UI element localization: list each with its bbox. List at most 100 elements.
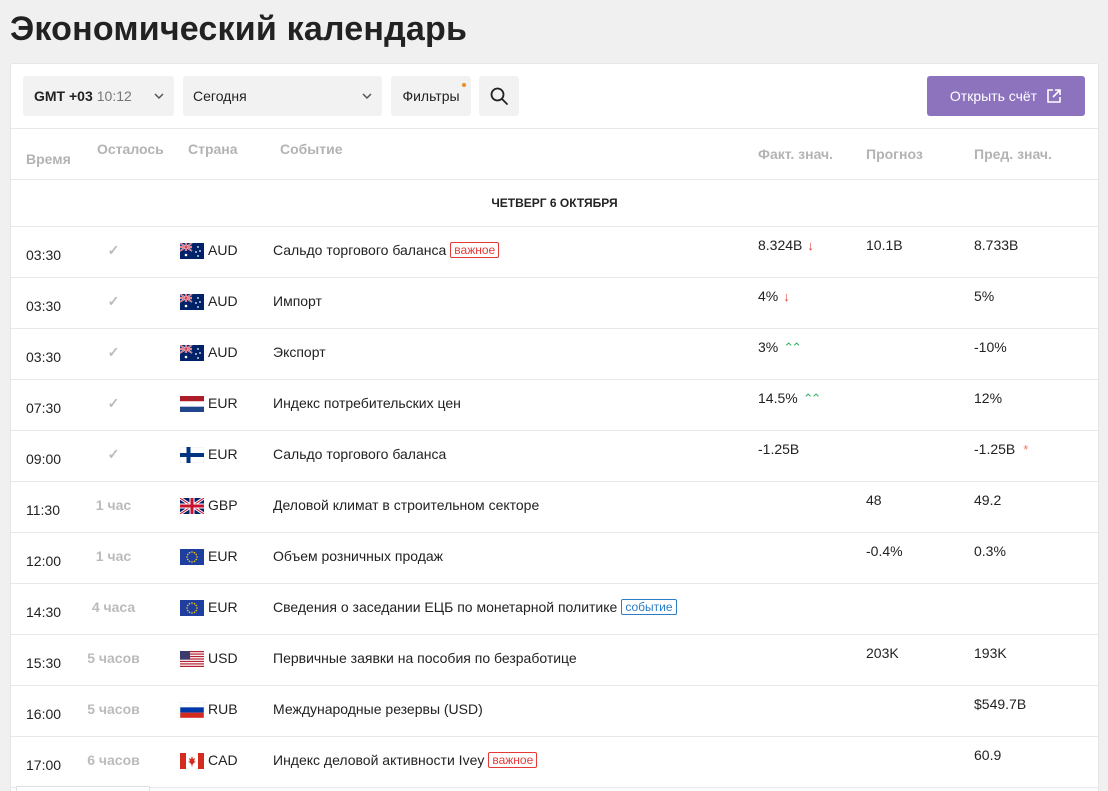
event-name[interactable]: Деловой климат в строительном секторе xyxy=(273,497,539,513)
event-time: 09:00 xyxy=(26,451,62,467)
previous-text: 12% xyxy=(974,390,1003,406)
time-left: ✓ xyxy=(107,293,120,309)
previous-text: -10% xyxy=(974,339,1007,355)
page-title: Экономический календарь xyxy=(10,10,468,48)
time-left: 1 час xyxy=(95,548,132,564)
forecast-value: 10.1B xyxy=(866,237,903,253)
previous-text: $549.7B xyxy=(974,696,1027,712)
event-list: 03:30 ✓ AUD Сальдо торгового баланса важное 8… xyxy=(11,227,1098,788)
important-badge: важное xyxy=(488,752,538,768)
event-name[interactable]: Первичные заявки на пособия по безработи… xyxy=(273,650,577,666)
actual-value: 4% ↓ xyxy=(758,288,790,304)
table-row[interactable]: 17:00 6 часов CAD Индекс деловой активности… xyxy=(11,737,1098,788)
actual-text: 4% xyxy=(758,288,779,304)
event-name[interactable]: Сальдо торгового баланса xyxy=(273,446,446,462)
filters-indicator xyxy=(462,83,466,87)
previous-value: 8.733B xyxy=(974,237,1018,253)
table-row[interactable]: 15:30 5 часов USD Первичные заявки на пособ… xyxy=(11,635,1098,686)
event-time: 17:00 xyxy=(26,757,62,773)
event-title: Сальдо торгового баланса xyxy=(273,446,447,462)
timezone-select[interactable]: GMT +03 10:12 xyxy=(23,76,174,116)
column-actual[interactable]: Факт. знач. xyxy=(758,146,833,162)
forecast-value: -0.4% xyxy=(866,543,903,559)
previous-value: -1.25B * xyxy=(974,441,1028,457)
table-row[interactable]: 03:30 ✓ AUD Экспорт 3% ⌃⌃ -10% xyxy=(11,329,1098,380)
filters-button[interactable]: Фильтры xyxy=(391,76,471,116)
currency: EUR xyxy=(208,548,238,564)
open-account-label: Открыть счёт xyxy=(949,88,1038,104)
table-row[interactable]: 03:30 ✓ AUD Импорт 4% ↓ 5% xyxy=(11,278,1098,329)
revised-marker: * xyxy=(1023,442,1029,457)
column-previous[interactable]: Пред. знач. xyxy=(974,146,1052,162)
currency: RUB xyxy=(208,701,238,717)
event-name[interactable]: Индекс деловой активности Ivey важное xyxy=(273,752,538,768)
column-country[interactable]: Страна xyxy=(188,141,238,157)
flag-ru-icon xyxy=(180,702,204,718)
time-left: 6 часов xyxy=(87,752,140,768)
event-title: Индекс деловой активности Ivey xyxy=(273,752,485,768)
chevron-down-icon xyxy=(154,93,164,100)
actual-value: 8.324B ↓ xyxy=(758,237,814,253)
event-title: Первичные заявки на пособия по безработи… xyxy=(273,650,577,666)
column-forecast[interactable]: Прогноз xyxy=(866,146,923,162)
date-header: ЧЕТВЕРГ 6 ОКТЯБРЯ xyxy=(11,180,1098,227)
actual-text: 8.324B xyxy=(758,237,803,253)
event-name[interactable]: Сведения о заседании ЕЦБ по монетарной п… xyxy=(273,599,677,615)
toolbar: GMT +03 10:12 Сегодня Фильтры Открыть сч… xyxy=(11,64,1098,129)
column-time-left[interactable]: Осталось xyxy=(97,141,164,157)
previous-text: 0.3% xyxy=(974,543,1006,559)
event-time: 03:30 xyxy=(26,298,62,314)
table-row[interactable]: 03:30 ✓ AUD Сальдо торгового баланса важное 8… xyxy=(11,227,1098,278)
event-name[interactable]: Индекс потребительских цен xyxy=(273,395,461,411)
table-header: Время Осталось Страна Событие Факт. знач… xyxy=(11,129,1098,180)
event-name[interactable]: Объем розничных продаж xyxy=(273,548,443,564)
flag-gb-icon xyxy=(180,498,204,514)
filters-label: Фильтры xyxy=(402,88,460,104)
search-button[interactable] xyxy=(479,76,519,116)
previous-text: 60.9 xyxy=(974,747,1002,763)
timezone-label: GMT +03 xyxy=(34,88,93,104)
table-row[interactable]: 09:00 ✓ EUR Сальдо торгового баланса -1.25B -… xyxy=(11,431,1098,482)
table-row[interactable]: 11:30 1 час GBP Деловой климат в строительн… xyxy=(11,482,1098,533)
event-badge: событие xyxy=(621,599,677,615)
flag-ca-icon xyxy=(180,753,204,769)
time-left: 5 часов xyxy=(87,650,140,666)
flag-us-icon xyxy=(180,651,204,667)
previous-value: 0.3% xyxy=(974,543,1006,559)
bottom-tab[interactable] xyxy=(16,786,150,791)
previous-value: -10% xyxy=(974,339,1007,355)
previous-text: -1.25B xyxy=(974,441,1016,457)
previous-value: 12% xyxy=(974,390,1002,406)
event-name[interactable]: Международные резервы (USD) xyxy=(273,701,483,717)
event-time: 03:30 xyxy=(26,349,62,365)
event-name[interactable]: Экспорт xyxy=(273,344,326,360)
flag-eu-icon xyxy=(180,600,204,616)
table-row[interactable]: 12:00 1 час EUR Объем розничных продаж -0.4%… xyxy=(11,533,1098,584)
actual-text: -1.25B xyxy=(758,441,800,457)
event-name[interactable]: Импорт xyxy=(273,293,322,309)
forecast-value: 48 xyxy=(866,492,882,508)
arrow-down-icon: ↓ xyxy=(783,289,790,304)
chevron-down-icon xyxy=(362,93,372,100)
event-name[interactable]: Сальдо торгового баланса важное xyxy=(273,242,500,258)
important-badge: важное xyxy=(450,242,500,258)
table-row[interactable]: 07:30 ✓ EUR Индекс потребительских цен 14.5%… xyxy=(11,380,1098,431)
flag-nl-icon xyxy=(180,396,204,412)
flag-eu-icon xyxy=(180,549,204,565)
currency: GBP xyxy=(208,497,238,513)
open-account-button[interactable]: Открыть счёт xyxy=(927,76,1085,116)
time-left: ✓ xyxy=(107,395,120,411)
event-title: Индекс потребительских цен xyxy=(273,395,461,411)
flag-au-icon xyxy=(180,345,204,361)
previous-value: 60.9 xyxy=(974,747,1001,763)
day-select[interactable]: Сегодня xyxy=(183,76,382,116)
column-event[interactable]: Событие xyxy=(280,141,343,157)
column-time[interactable]: Время xyxy=(26,151,71,167)
time-left: ✓ xyxy=(107,446,120,462)
event-time: 15:30 xyxy=(26,655,62,671)
event-time: 07:30 xyxy=(26,400,62,416)
previous-text: 49.2 xyxy=(974,492,1002,508)
table-row[interactable]: 16:00 5 часов RUB Международные резервы (US… xyxy=(11,686,1098,737)
event-title: Сальдо торгового баланса xyxy=(273,242,447,258)
table-row[interactable]: 14:30 4 часа EUR Сведения о заседании ЕЦБ п… xyxy=(11,584,1098,635)
